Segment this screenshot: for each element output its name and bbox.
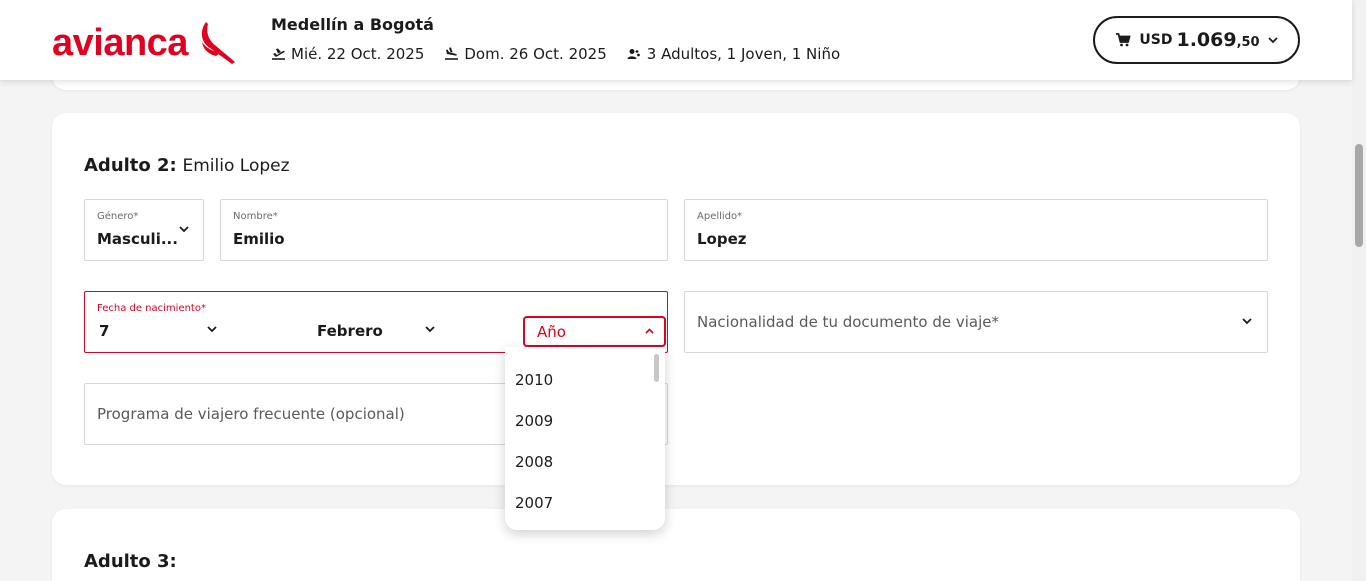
passenger-name: Emilio Lopez bbox=[182, 156, 290, 176]
last-name-value: Lopez bbox=[697, 230, 747, 248]
logo-text: avianca bbox=[52, 22, 188, 64]
birth-date-field: Fecha de nacimiento* 7 Febrero Año bbox=[84, 291, 668, 353]
dropdown-scrollbar[interactable] bbox=[654, 354, 659, 382]
nationality-select[interactable]: Nacionalidad de tu documento de viaje* bbox=[684, 291, 1268, 353]
last-name-label: Apellido* bbox=[697, 211, 743, 222]
chevron-up-icon bbox=[645, 328, 654, 334]
cart-icon bbox=[1116, 33, 1132, 47]
gender-select[interactable]: Género* Masculi... bbox=[84, 199, 204, 261]
passenger-label: Adulto 2: bbox=[84, 155, 177, 176]
cart-total-button[interactable]: USD 1.069 ,50 bbox=[1093, 16, 1300, 64]
chevron-down-icon bbox=[179, 226, 189, 233]
year-option[interactable]: 2010 bbox=[505, 359, 665, 400]
first-name-label: Nombre* bbox=[233, 211, 278, 222]
birth-date-label: Fecha de nacimiento* bbox=[97, 303, 206, 314]
first-name-field[interactable]: Nombre* Emilio bbox=[220, 199, 668, 261]
cart-amount: 1.069 bbox=[1176, 29, 1237, 51]
departure-date: Mié. 22 Oct. 2025 bbox=[291, 45, 425, 63]
page-header: avianca Medellín a Bogotá Mié. 22 Oct. 2… bbox=[0, 0, 1352, 80]
nationality-placeholder: Nacionalidad de tu documento de viaje* bbox=[697, 313, 999, 331]
passenger-card-adult-3: Adulto 3: bbox=[52, 509, 1300, 581]
birth-year-placeholder: Año bbox=[537, 322, 566, 341]
scrollbar-thumb[interactable] bbox=[1355, 144, 1363, 247]
year-option[interactable]: 2009 bbox=[505, 400, 665, 441]
passenger-title: Adulto 3: bbox=[84, 551, 177, 572]
year-option[interactable]: 2007 bbox=[505, 482, 665, 523]
chevron-down-icon bbox=[1267, 36, 1278, 43]
year-dropdown-list[interactable]: 2010 2009 2008 2007 bbox=[505, 347, 665, 530]
passenger-title: Adulto 2: Emilio Lopez bbox=[84, 155, 290, 176]
return-date: Dom. 26 Oct. 2025 bbox=[464, 45, 607, 63]
avianca-logo[interactable]: avianca bbox=[52, 20, 236, 66]
return-info: Dom. 26 Oct. 2025 bbox=[444, 45, 607, 63]
gender-label: Género* bbox=[97, 211, 139, 222]
gender-value: Masculi... bbox=[97, 230, 178, 248]
frequent-flyer-placeholder: Programa de viajero frecuente (opcional) bbox=[97, 405, 405, 423]
passenger-label: Adulto 3: bbox=[84, 551, 177, 572]
cart-currency: USD bbox=[1139, 32, 1173, 48]
trip-meta: Mié. 22 Oct. 2025 Dom. 26 Oct. 2025 3 Ad… bbox=[271, 45, 860, 63]
page-scrollbar[interactable] bbox=[1352, 0, 1366, 581]
passengers-icon bbox=[627, 49, 640, 59]
plane-takeoff-icon bbox=[272, 48, 285, 60]
departure-info: Mié. 22 Oct. 2025 bbox=[271, 45, 424, 63]
cart-cents: ,50 bbox=[1236, 34, 1260, 50]
passenger-card-adult-2: Adulto 2: Emilio Lopez Género* Masculi..… bbox=[52, 113, 1300, 485]
first-name-value: Emilio bbox=[233, 230, 285, 248]
chevron-down-icon bbox=[1242, 318, 1252, 325]
birth-day-select[interactable]: 7 bbox=[99, 322, 109, 340]
route-title: Medellín a Bogotá bbox=[271, 15, 434, 34]
last-name-field[interactable]: Apellido* Lopez bbox=[684, 199, 1268, 261]
year-option[interactable]: 2008 bbox=[505, 441, 665, 482]
birth-year-select[interactable]: Año bbox=[523, 316, 666, 347]
chevron-down-icon[interactable] bbox=[207, 326, 217, 333]
birth-month-select[interactable]: Febrero bbox=[317, 322, 383, 340]
passengers-count: 3 Adultos, 1 Joven, 1 Niño bbox=[646, 45, 841, 63]
passengers-info: 3 Adultos, 1 Joven, 1 Niño bbox=[627, 45, 840, 63]
plane-landing-icon bbox=[445, 47, 459, 60]
chevron-down-icon[interactable] bbox=[425, 326, 435, 333]
bird-logo-icon bbox=[201, 22, 235, 64]
